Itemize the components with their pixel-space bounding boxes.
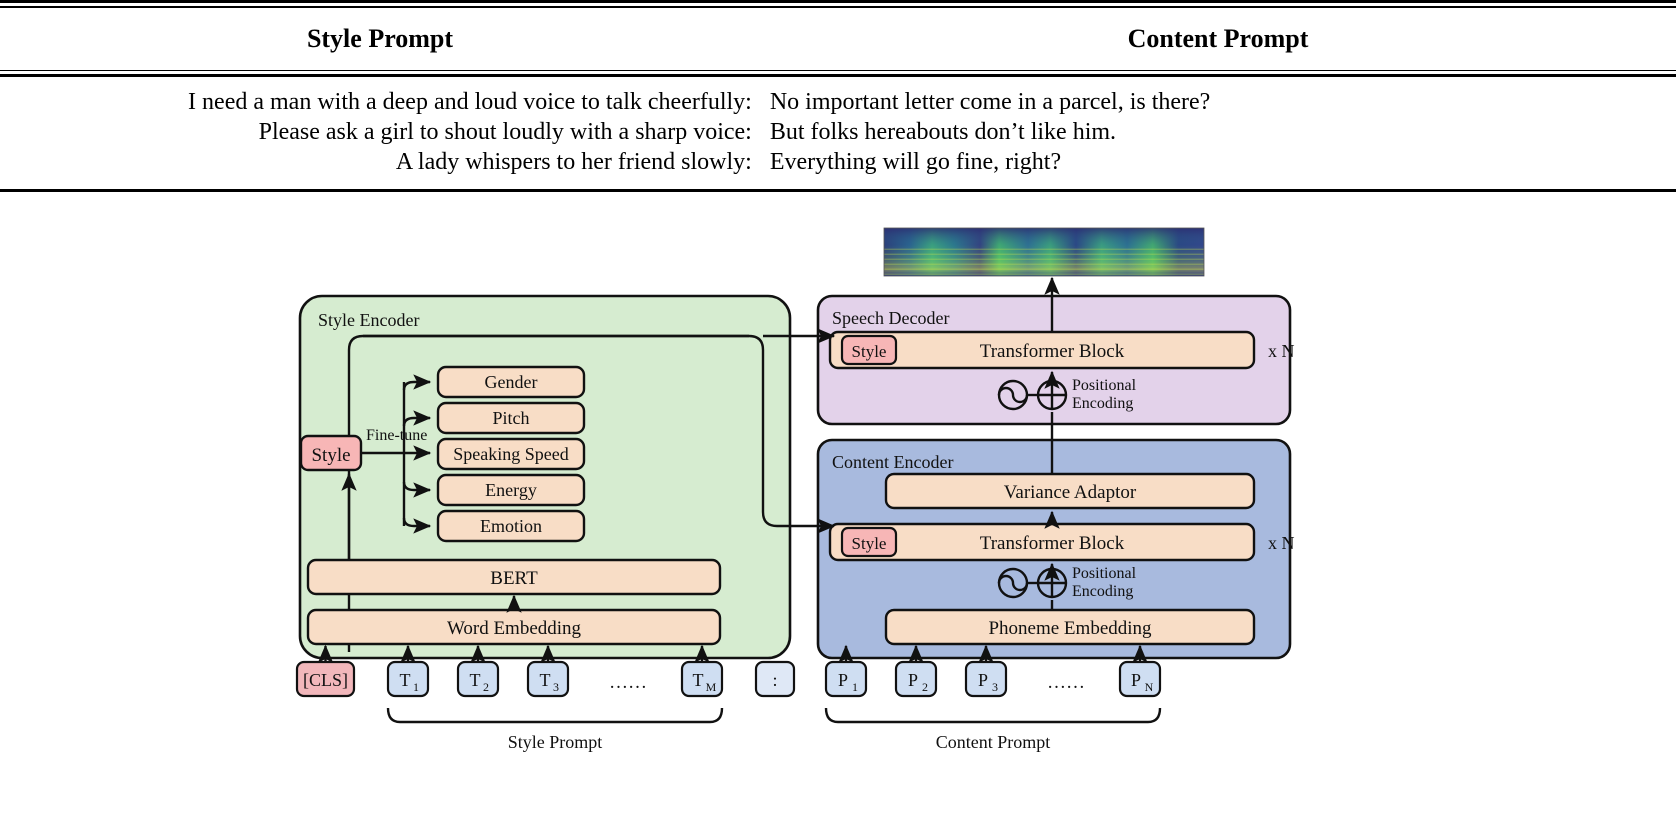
token-cls-label: [CLS]	[303, 670, 348, 690]
speech-decoder-repeat-label: x N	[1268, 341, 1295, 361]
style-token-ellipsis: ……	[609, 672, 647, 693]
token-p2-base: P	[908, 670, 918, 690]
cell-style-prompt: A lady whispers to her friend slowly:	[395, 148, 752, 175]
header-content-prompt: Content Prompt	[1127, 23, 1309, 53]
table-row: A lady whispers to her friend slowly: Ev…	[0, 147, 1676, 177]
speech-decoder-style-label: Style	[852, 342, 887, 361]
token-colon-label: :	[772, 670, 777, 690]
content-prompt-brace-label: Content Prompt	[936, 732, 1051, 752]
token-t1-sub: 1	[413, 680, 419, 694]
style-prompt-brace: Style Prompt	[386, 707, 724, 752]
bert-label: BERT	[490, 568, 538, 589]
cell-content-prompt: Everything will go fine, right?	[769, 148, 1062, 175]
content-encoder-style-token: Style	[840, 526, 898, 558]
attribute-label-energy: Energy	[485, 480, 537, 500]
cell-content-prompt: No important letter come in a parcel, is…	[769, 88, 1211, 115]
token-p1: P 1	[824, 660, 868, 698]
bert-block: BERT	[306, 558, 722, 596]
token-tm-sub: M	[706, 680, 717, 694]
content-encoder-title: Content Encoder	[832, 452, 953, 472]
token-tm: T M	[680, 660, 724, 698]
style-encoder-style-label: Style	[311, 445, 350, 466]
token-t3: T 3	[526, 660, 570, 698]
token-p3-sub: 3	[992, 680, 998, 694]
token-colon-separator: :	[754, 660, 796, 698]
speech-decoder-style-token: Style	[840, 334, 898, 366]
content-encoder-pe-line1: Positional	[1072, 565, 1137, 582]
table-bottom-rule	[0, 189, 1676, 192]
table-row: Please ask a girl to shout loudly with a…	[0, 117, 1676, 147]
phoneme-embedding-label: Phoneme Embedding	[988, 618, 1152, 639]
content-prompt-brace: Content Prompt	[824, 707, 1162, 752]
token-cls: [CLS]	[295, 660, 356, 698]
token-t3-sub: 3	[553, 680, 559, 694]
cell-style-prompt: I need a man with a deep and loud voice …	[188, 88, 752, 115]
content-token-ellipsis: ……	[1047, 672, 1085, 693]
speech-decoder-transformer-label: Transformer Block	[980, 341, 1125, 362]
token-pn-base: P	[1131, 670, 1141, 690]
mel-spectrogram-output	[883, 227, 1205, 277]
attribute-box-energy: Energy	[436, 473, 586, 507]
token-p1-sub: 1	[852, 680, 858, 694]
token-p2-sub: 2	[922, 680, 928, 694]
word-embedding-label: Word Embedding	[447, 618, 582, 639]
header-style-prompt: Style Prompt	[306, 23, 454, 53]
token-t2-base: T	[470, 670, 481, 690]
fine-tune-label: Fine-tune	[366, 427, 427, 444]
table-header-row: Style Prompt Content Prompt	[0, 8, 1676, 70]
style-encoder-title: Style Encoder	[318, 310, 419, 330]
phoneme-embedding-block: Phoneme Embedding	[884, 608, 1256, 646]
content-encoder-style-label: Style	[852, 534, 887, 553]
attribute-box-speaking-speed: Speaking Speed	[436, 437, 586, 471]
token-t1-base: T	[400, 670, 411, 690]
token-p3-base: P	[978, 670, 988, 690]
variance-adaptor-block: Variance Adaptor	[884, 472, 1256, 510]
attribute-box-pitch: Pitch	[436, 401, 586, 435]
token-t3-base: T	[540, 670, 551, 690]
token-t2-sub: 2	[483, 680, 489, 694]
token-p1-base: P	[838, 670, 848, 690]
style-encoder-style-token: Style	[299, 434, 363, 472]
token-tm-base: T	[693, 670, 704, 690]
table-body: I need a man with a deep and loud voice …	[0, 77, 1676, 189]
speech-decoder-pe-line1: Positional	[1072, 377, 1137, 394]
attribute-box-gender: Gender	[436, 365, 586, 399]
attribute-label-gender: Gender	[485, 372, 538, 392]
prompt-table: Style Prompt Content Prompt I need a man…	[0, 0, 1676, 192]
cell-content-prompt: But folks hereabouts don’t like him.	[769, 118, 1117, 145]
word-embedding-block: Word Embedding	[306, 608, 722, 646]
architecture-diagram: Speech Decoder Transformer Block Style x…	[0, 212, 1676, 814]
attribute-label-emotion: Emotion	[480, 516, 542, 536]
cell-style-prompt: Please ask a girl to shout loudly with a…	[258, 118, 752, 145]
token-t1: T 1	[386, 660, 430, 698]
variance-adaptor-label: Variance Adaptor	[1004, 482, 1137, 503]
content-encoder-repeat-label: x N	[1268, 533, 1295, 553]
speech-decoder-pe-line2: Encoding	[1072, 395, 1133, 412]
token-pn: P N	[1118, 660, 1162, 698]
attribute-label-speaking-speed: Speaking Speed	[453, 444, 568, 464]
token-p2: P 2	[894, 660, 938, 698]
attribute-label-pitch: Pitch	[492, 408, 529, 428]
attribute-box-emotion: Emotion	[436, 509, 586, 543]
content-encoder-pe-line2: Encoding	[1072, 583, 1133, 600]
token-p3: P 3	[964, 660, 1008, 698]
content-encoder-transformer-label: Transformer Block	[980, 533, 1125, 554]
style-prompt-brace-label: Style Prompt	[508, 732, 603, 752]
speech-decoder-title: Speech Decoder	[832, 308, 949, 328]
token-pn-sub: N	[1145, 680, 1154, 694]
token-t2: T 2	[456, 660, 500, 698]
table-row: I need a man with a deep and loud voice …	[0, 87, 1676, 117]
